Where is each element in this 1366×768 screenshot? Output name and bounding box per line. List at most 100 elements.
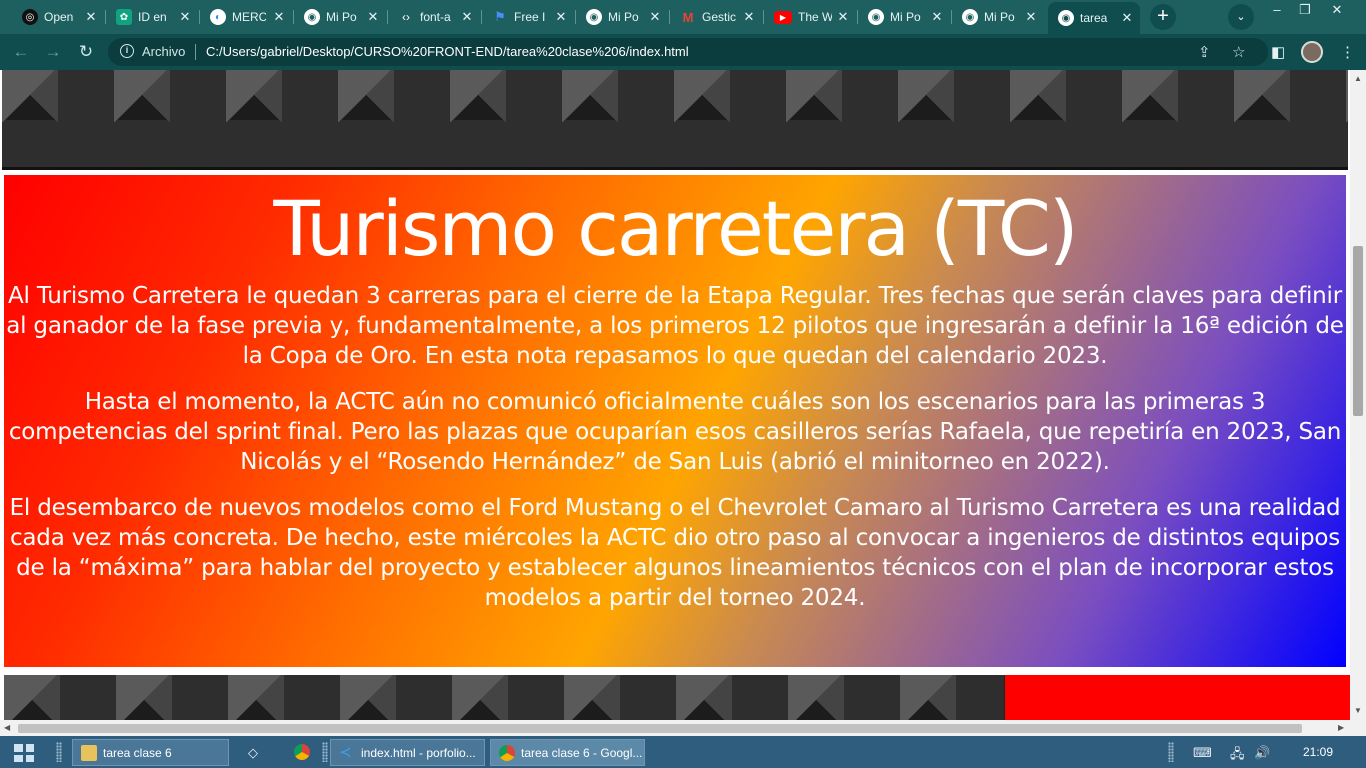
taskbar-item-label: tarea clase 6 - Googl... <box>521 745 643 760</box>
close-icon[interactable]: ✕ <box>1024 9 1038 25</box>
tab-youtube[interactable]: ▶ The W ✕ <box>764 4 856 30</box>
info-icon[interactable]: i <box>120 44 134 58</box>
tab-label: Mi Po <box>326 10 357 24</box>
header-pattern-image <box>2 70 1348 170</box>
taskbar-grip <box>322 742 328 762</box>
taskbar-item-folder[interactable]: tarea clase 6 <box>72 739 229 766</box>
tab-search-icon[interactable]: ⌄ <box>1228 4 1254 30</box>
tab-label: Mi Po <box>984 10 1015 24</box>
taskbar-grip <box>1168 742 1174 762</box>
scrollbar-corner <box>1350 720 1366 736</box>
address-url[interactable]: C:/Users/gabriel/Desktop/CURSO%20FRONT-E… <box>206 44 689 59</box>
red-block <box>1004 675 1350 720</box>
minimize-icon[interactable]: – <box>1262 2 1292 17</box>
reload-icon[interactable]: ↻ <box>75 42 97 64</box>
tab-label: Gestic <box>702 10 736 24</box>
tab-free[interactable]: ⚑ Free I ✕ <box>482 4 574 30</box>
chatgpt-icon: ✿ <box>116 9 132 25</box>
window-close-icon[interactable]: ✕ <box>1322 2 1352 18</box>
taskbar-item-vscode[interactable]: ≺ index.html - porfolio... <box>330 739 485 766</box>
flag-icon: ⚑ <box>494 9 506 24</box>
mercadolibre-icon: ◐ <box>210 9 226 25</box>
taskbar-clock[interactable]: 21:09 <box>1303 745 1333 759</box>
tab-font-awesome[interactable]: ‹› font-a ✕ <box>388 4 480 30</box>
recycle-icon[interactable]: ◇ <box>248 745 258 761</box>
address-scheme-label: Archivo <box>142 44 186 59</box>
gmail-icon: M <box>682 9 694 25</box>
taskbar-grip <box>56 742 62 762</box>
tab-mi-portfolio-2[interactable]: ◉ Mi Po ✕ <box>576 4 668 30</box>
profile-avatar[interactable] <box>1301 41 1323 63</box>
tab-mi-portfolio-3[interactable]: ◉ Mi Po ✕ <box>858 4 950 30</box>
vertical-scrollbar[interactable]: ▲ ▼ <box>1350 70 1366 720</box>
scroll-left-icon[interactable]: ◀ <box>4 723 10 732</box>
scroll-down-icon[interactable]: ▼ <box>1354 706 1362 715</box>
close-icon[interactable]: ✕ <box>930 9 944 25</box>
new-tab-button[interactable]: + <box>1150 4 1176 30</box>
address-bar[interactable]: i Archivo C:/Users/gabriel/Desktop/CURSO… <box>108 38 1268 66</box>
tab-tarea-active[interactable]: ◉ tarea ✕ <box>1048 2 1140 34</box>
youtube-icon: ▶ <box>774 10 792 24</box>
scroll-right-icon[interactable]: ▶ <box>1338 723 1344 732</box>
article-paragraph: Al Turismo Carretera le quedan 3 carrera… <box>6 283 1344 369</box>
page-viewport: Turismo carretera (TC) Al Turismo Carret… <box>0 70 1350 720</box>
tab-chatgpt[interactable]: ✿ ID en ✕ <box>106 4 198 30</box>
tab-label: tarea <box>1080 11 1108 25</box>
horizontal-scroll-thumb[interactable] <box>18 724 1302 733</box>
bookmark-star-icon[interactable]: ☆ <box>1232 43 1245 61</box>
chrome-icon <box>499 744 515 761</box>
taskbar-item-label: index.html - porfolio... <box>361 745 476 760</box>
vertical-scroll-thumb[interactable] <box>1353 246 1363 416</box>
back-icon[interactable]: ← <box>10 42 32 64</box>
tab-label: The W <box>798 10 832 24</box>
close-icon[interactable]: ✕ <box>1120 10 1134 26</box>
tab-label: Mi Po <box>608 10 639 24</box>
side-panel-icon[interactable]: ◧ <box>1271 43 1285 61</box>
page-title: Turismo carretera (TC) <box>273 184 1078 273</box>
start-menu-icon[interactable] <box>14 744 34 762</box>
close-icon[interactable]: ✕ <box>178 9 192 25</box>
taskbar-item-label: tarea clase 6 <box>103 745 172 760</box>
volume-icon[interactable]: 🔊 <box>1254 745 1270 761</box>
close-icon[interactable]: ✕ <box>554 9 568 25</box>
vscode-icon: ≺ <box>339 743 352 761</box>
network-icon[interactable]: 🖧 <box>1230 745 1245 767</box>
browser-toolbar: ← → ↻ i Archivo C:/Users/gabriel/Desktop… <box>0 34 1366 70</box>
tab-gmail[interactable]: M Gestic ✕ <box>670 4 762 30</box>
close-icon[interactable]: ✕ <box>742 9 756 25</box>
share-icon[interactable]: ⇪ <box>1198 43 1211 61</box>
globe-icon: ◉ <box>868 9 884 25</box>
chrome-pinned-icon[interactable] <box>294 744 310 760</box>
tab-label: MERC <box>232 10 266 24</box>
tab-mercado[interactable]: ◐ MERC ✕ <box>200 4 292 30</box>
tab-mi-portfolio-4[interactable]: ◉ Mi Po ✕ <box>952 4 1044 30</box>
tab-openai[interactable]: ◎ Open ✕ <box>12 4 104 30</box>
close-icon[interactable]: ✕ <box>272 9 286 25</box>
close-icon[interactable]: ✕ <box>836 9 850 25</box>
close-icon[interactable]: ✕ <box>84 9 98 25</box>
horizontal-scrollbar[interactable]: ◀ ▶ <box>0 720 1350 736</box>
globe-icon: ◉ <box>1058 10 1074 26</box>
address-divider <box>195 44 196 60</box>
keyboard-icon[interactable]: ⌨ <box>1193 745 1212 761</box>
globe-icon: ◉ <box>304 9 320 25</box>
taskbar-item-chrome[interactable]: tarea clase 6 - Googl... <box>490 739 645 766</box>
close-icon[interactable]: ✕ <box>460 9 474 25</box>
scroll-up-icon[interactable]: ▲ <box>1354 74 1362 83</box>
restore-icon[interactable]: ❐ <box>1290 2 1320 18</box>
browser-tab-strip: ◎ Open ✕ ✿ ID en ✕ ◐ MERC ✕ ◉ Mi Po ✕ ‹›… <box>0 0 1366 34</box>
globe-icon: ◉ <box>586 9 602 25</box>
openai-icon: ◎ <box>22 9 38 25</box>
tab-label: Open <box>44 10 74 24</box>
tab-label: ID en <box>138 10 167 24</box>
os-taskbar: tarea clase 6 ◇ ≺ index.html - porfolio.… <box>0 736 1366 768</box>
forward-icon[interactable]: → <box>42 42 64 64</box>
close-icon[interactable]: ✕ <box>648 9 662 25</box>
tab-label: Mi Po <box>890 10 921 24</box>
tab-mi-portfolio-1[interactable]: ◉ Mi Po ✕ <box>294 4 386 30</box>
close-icon[interactable]: ✕ <box>366 9 380 25</box>
footer-pattern-image <box>4 675 1004 720</box>
tab-label: Free I <box>514 10 546 24</box>
menu-kebab-icon[interactable]: ⋮ <box>1340 43 1355 61</box>
code-icon: ‹› <box>402 10 410 24</box>
